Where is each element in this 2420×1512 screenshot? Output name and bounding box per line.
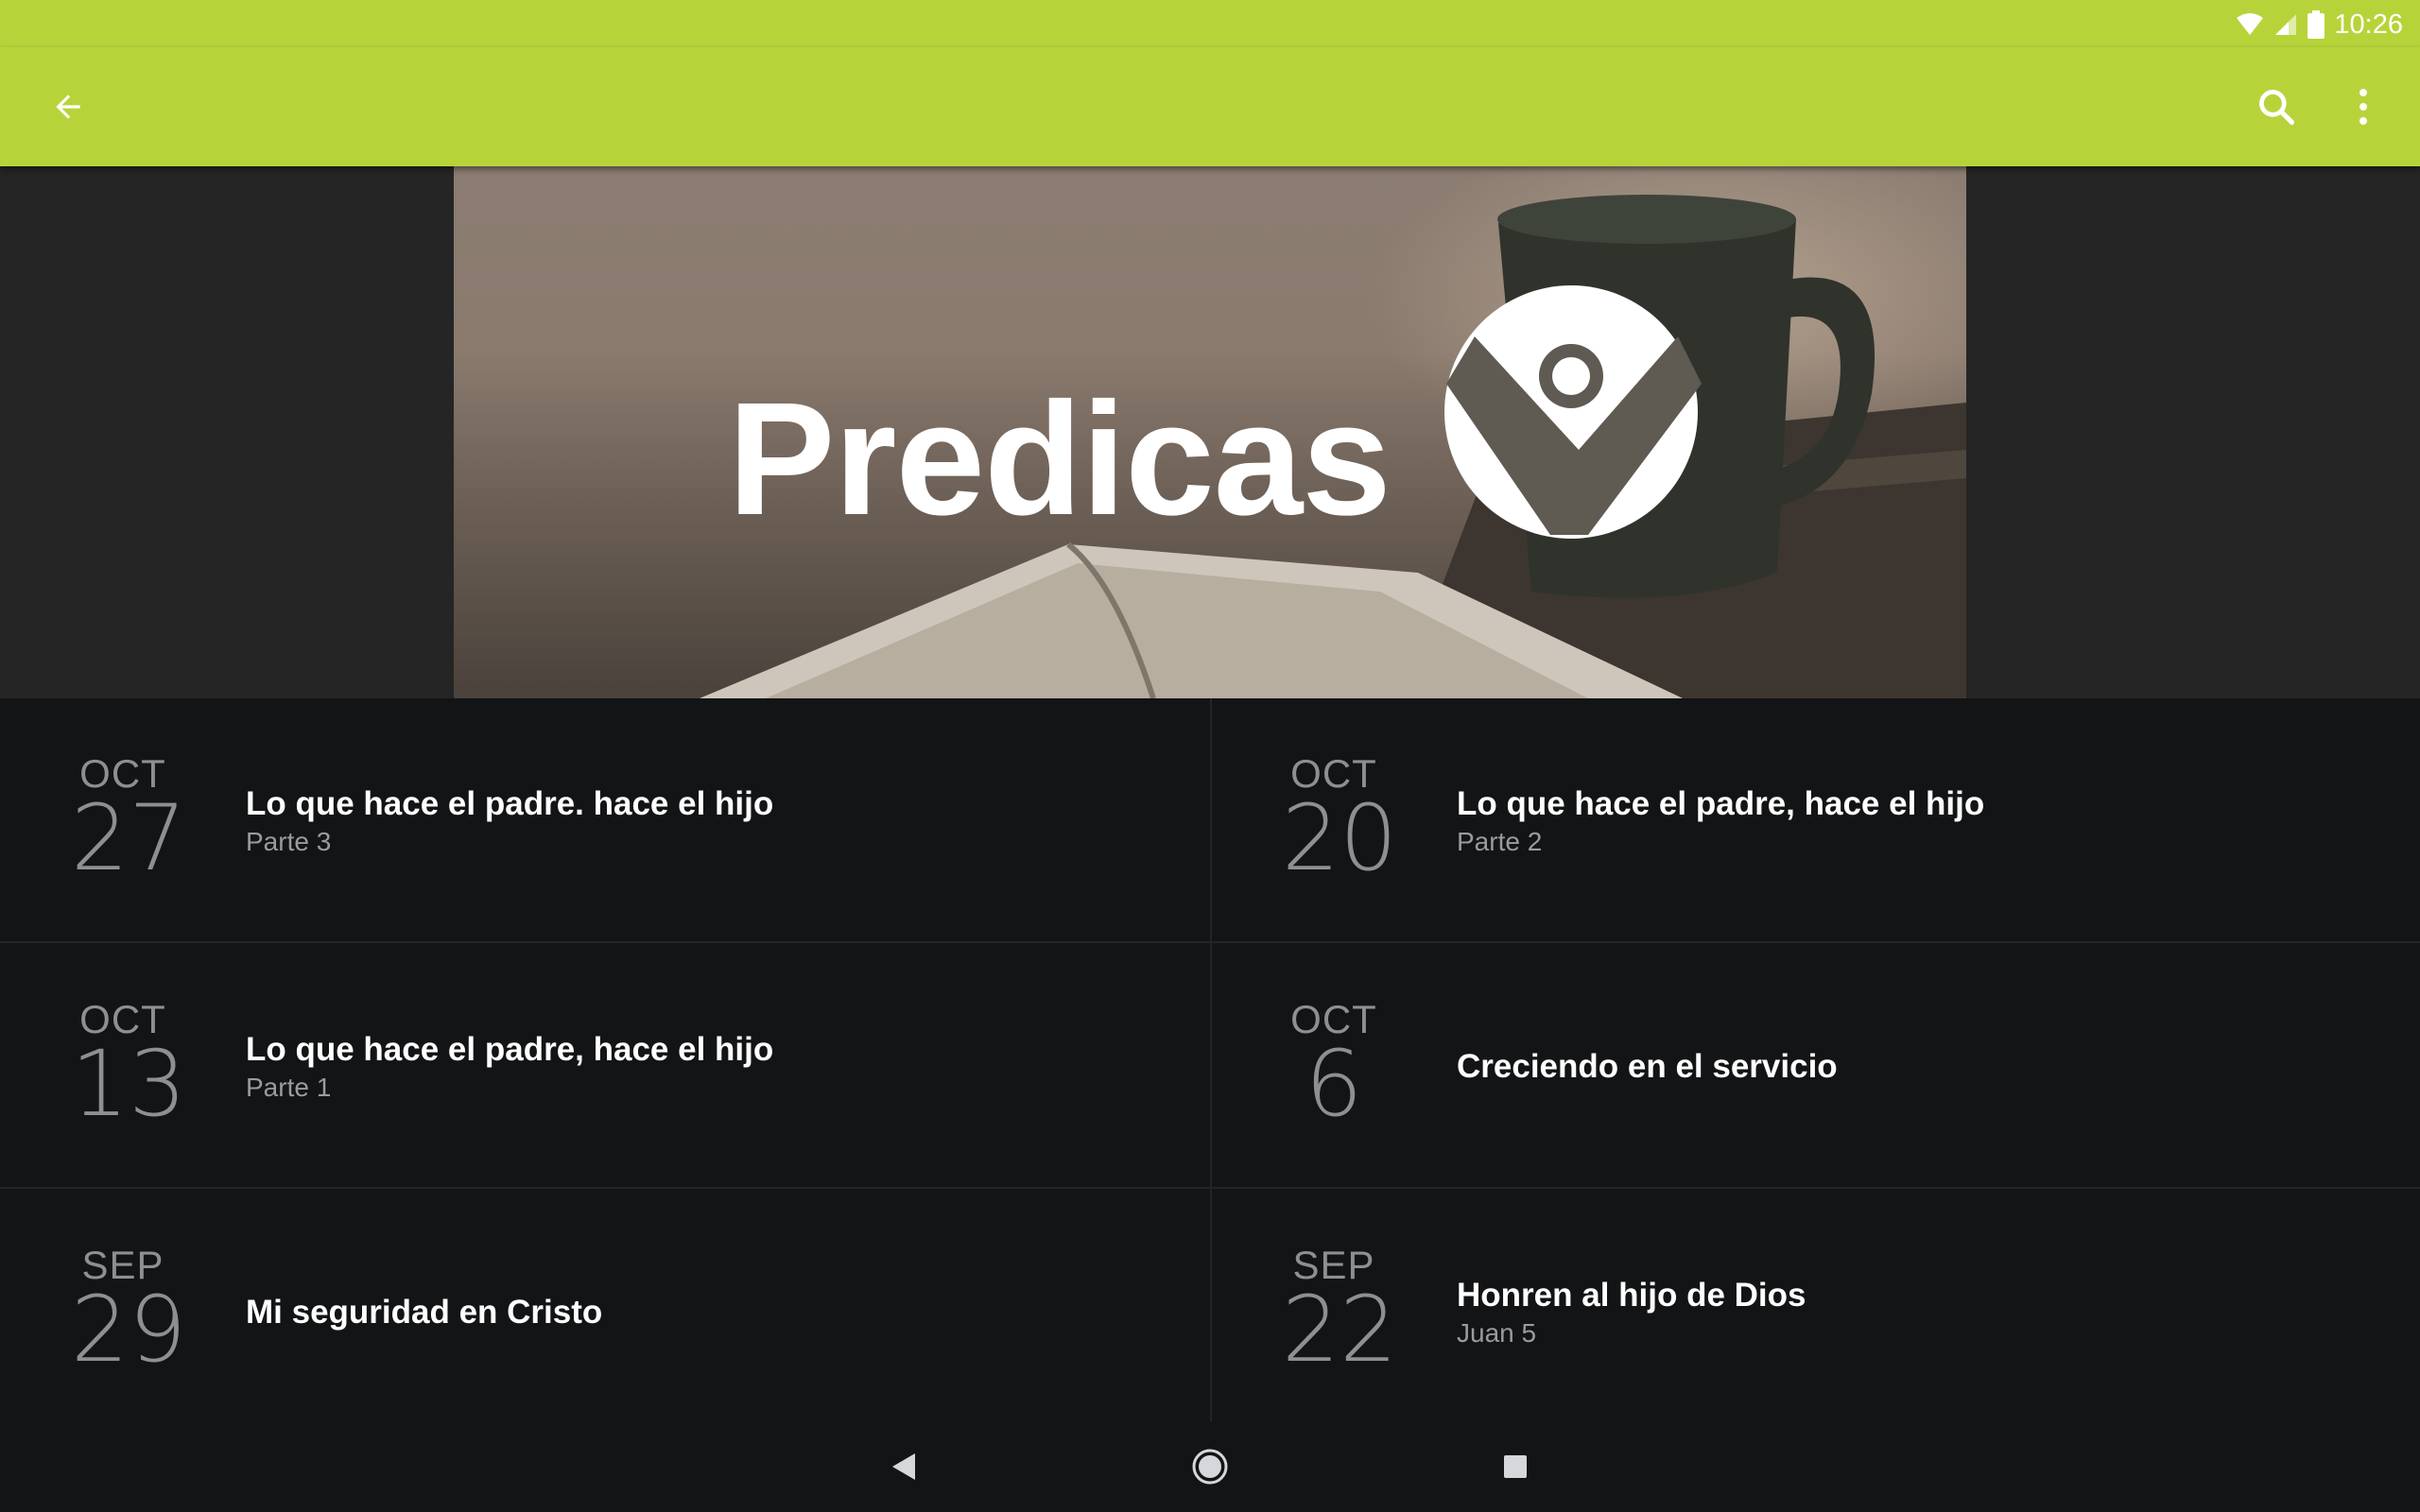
- system-nav-bar: [0, 1421, 2420, 1512]
- search-button[interactable]: [2238, 69, 2314, 145]
- date-block: SEP 29: [71, 1245, 187, 1383]
- app-bar: [0, 47, 2420, 166]
- nav-recents-button[interactable]: [1489, 1440, 1542, 1493]
- date-day: 6: [1305, 1031, 1363, 1137]
- sermon-texts: Honren al hijo de Dios Juan 5: [1457, 1190, 1806, 1435]
- arrow-back-icon: [56, 94, 80, 119]
- list-item[interactable]: OCT 13 Lo que hace el padre, hace el hij…: [0, 944, 1210, 1189]
- sermon-subtitle: Parte 3: [246, 826, 332, 856]
- hero-banner: Predicas: [454, 166, 1966, 698]
- back-button[interactable]: [30, 69, 106, 145]
- wifi-icon: [2237, 13, 2264, 35]
- sermon-subtitle: Juan 5: [1457, 1317, 1537, 1348]
- list-item[interactable]: SEP 22 Honren al hijo de Dios Juan 5: [1211, 1190, 2420, 1435]
- nav-home-button[interactable]: [1184, 1440, 1236, 1493]
- sermon-texts: Lo que hace el padre, hace el hijo Parte…: [246, 944, 773, 1189]
- sermon-texts: Lo que hace el padre. hace el hijo Parte…: [246, 698, 773, 943]
- date-day: 20: [1282, 785, 1398, 891]
- search-icon: [2259, 90, 2295, 126]
- sermon-title: Lo que hace el padre. hace el hijo: [246, 784, 774, 822]
- status-time: 10:26: [2334, 9, 2403, 40]
- date-block: OCT 13: [71, 999, 187, 1137]
- sermon-subtitle: Parte 1: [246, 1072, 332, 1102]
- triangle-back-icon: [892, 1453, 915, 1480]
- sermon-subtitle: Parte 2: [1457, 826, 1543, 856]
- date-block: OCT 20: [1282, 753, 1398, 891]
- sermon-title: Honren al hijo de Dios: [1457, 1276, 1806, 1314]
- date-block: SEP 22: [1282, 1245, 1398, 1383]
- sermon-title: Creciendo en el servicio: [1457, 1047, 1838, 1085]
- list-item[interactable]: OCT 20 Lo que hace el padre, hace el hij…: [1211, 698, 2420, 943]
- sermon-title: Mi seguridad en Cristo: [246, 1293, 603, 1331]
- square-recents-icon: [1504, 1455, 1527, 1478]
- nav-back-button[interactable]: [876, 1440, 929, 1493]
- circle-home-icon: [1192, 1449, 1228, 1485]
- date-block: OCT 27: [71, 753, 187, 891]
- hero-title: Predicas: [728, 369, 1392, 549]
- sermon-title: Lo que hace el padre, hace el hijo: [1457, 784, 1985, 822]
- sermon-texts: Creciendo en el servicio: [1457, 944, 1838, 1189]
- sermon-texts: Mi seguridad en Cristo: [246, 1190, 602, 1435]
- list-item[interactable]: OCT 27 Lo que hace el padre. hace el hij…: [0, 698, 1210, 943]
- battery-icon: [2308, 10, 2325, 39]
- sermon-title: Lo que hace el padre, hace el hijo: [246, 1030, 774, 1068]
- status-bar: 10:26: [0, 0, 2420, 47]
- status-icons: 10:26: [2236, 6, 2403, 43]
- sermon-texts: Lo que hace el padre, hace el hijo Parte…: [1457, 698, 1984, 943]
- date-block: OCT 6: [1282, 999, 1386, 1137]
- date-day: 22: [1282, 1277, 1398, 1383]
- column-divider: [1210, 698, 1212, 1421]
- date-day: 29: [71, 1277, 187, 1383]
- list-item[interactable]: OCT 6 Creciendo en el servicio: [1211, 944, 2420, 1189]
- date-day: 27: [71, 785, 187, 891]
- cell-signal-icon: [2275, 14, 2297, 35]
- date-day: 13: [71, 1031, 187, 1137]
- more-vert-icon: [2360, 89, 2367, 125]
- more-options-button[interactable]: [2325, 69, 2401, 145]
- list-item[interactable]: SEP 29 Mi seguridad en Cristo: [0, 1190, 1210, 1435]
